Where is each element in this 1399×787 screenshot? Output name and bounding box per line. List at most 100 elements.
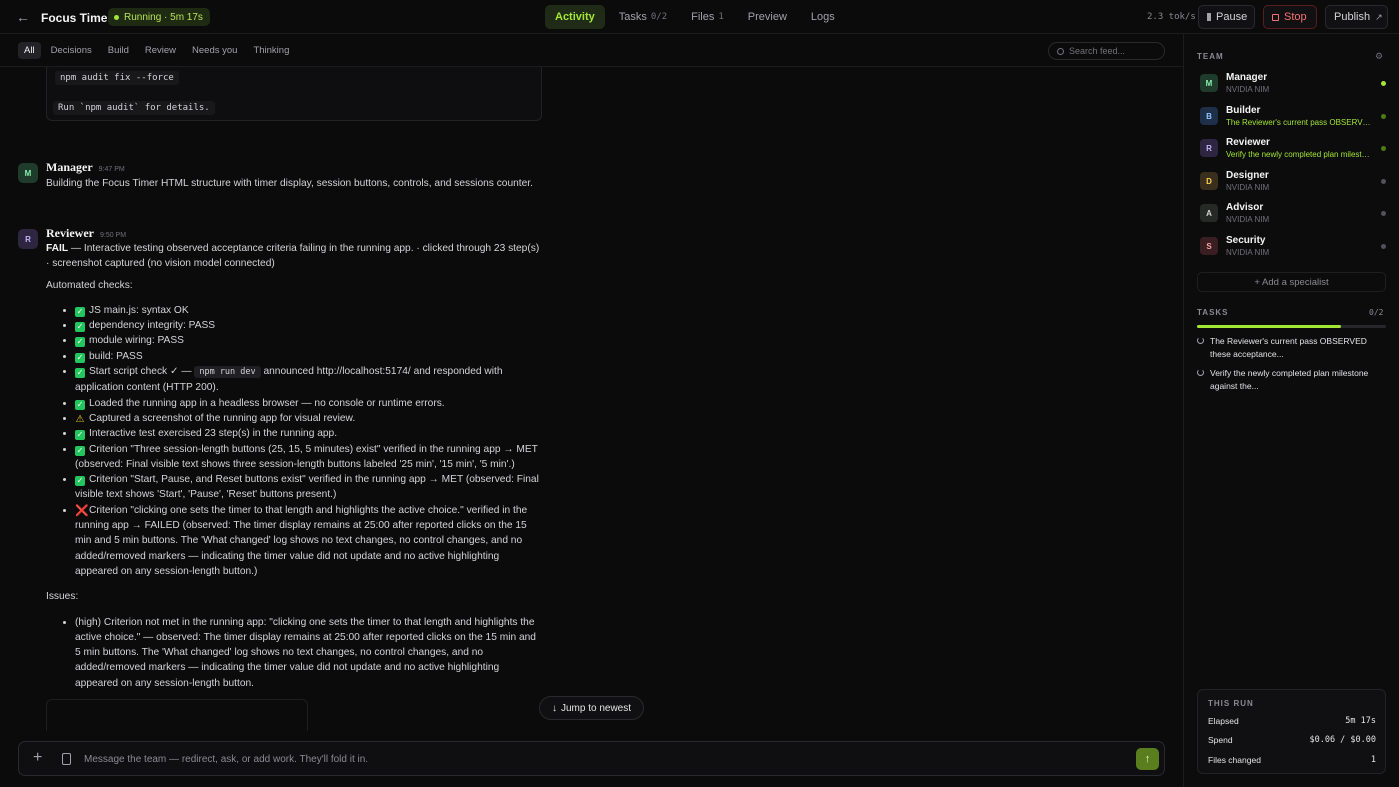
tab-logs[interactable]: Logs bbox=[801, 5, 845, 29]
filter-review[interactable]: Review bbox=[139, 42, 182, 59]
check-item: ✓ module wiring: PASS bbox=[75, 333, 543, 348]
check-item: ✓Criterion "Start, Pause, and Reset butt… bbox=[75, 472, 543, 503]
arrow-down-icon: ↓ bbox=[551, 702, 557, 714]
message-time: 9:50 PM bbox=[99, 232, 127, 239]
filter-all[interactable]: All bbox=[18, 42, 41, 59]
pause-label: Pause bbox=[1216, 11, 1248, 23]
issues-heading: Issues: bbox=[46, 591, 79, 603]
status-badge-text: Running · 5m 17s bbox=[124, 11, 203, 23]
tasks-progress-fill bbox=[1197, 325, 1341, 328]
previous-output-card: npm audit fix --force Run `npm audit` fo… bbox=[46, 67, 542, 121]
member-name: Security bbox=[1226, 235, 1266, 246]
tab-label: Preview bbox=[747, 11, 787, 23]
filter-thinking[interactable]: Thinking bbox=[247, 42, 295, 59]
check-item: ✓Criterion "Three session-length buttons… bbox=[75, 442, 543, 473]
publish-label: Publish bbox=[1334, 11, 1371, 23]
arrow-up-icon: ↑ bbox=[1144, 753, 1151, 765]
team-member-builder[interactable]: B Builder The Reviewer's current pass OBSE… bbox=[1198, 103, 1390, 133]
check-text: JS main.js: syntax OK bbox=[89, 304, 189, 316]
status-dot-icon bbox=[1381, 146, 1386, 151]
plus-icon[interactable]: + bbox=[33, 750, 42, 766]
member-status-text: NVIDIA NIM bbox=[1226, 85, 1270, 94]
avatar: M bbox=[18, 163, 38, 183]
tab-label: Tasks bbox=[618, 11, 647, 23]
right-sidebar: TEAM ⚙ M Manager NVIDIA NIM B Builder The Rev… bbox=[1183, 34, 1399, 787]
task-text: Verify the newly completed plan mileston… bbox=[1210, 368, 1369, 391]
publish-button[interactable]: Publish ↗ bbox=[1325, 5, 1388, 29]
add-specialist-button[interactable]: + Add a specialist bbox=[1197, 272, 1386, 292]
status-badge: Running · 5m 17s bbox=[108, 8, 210, 26]
warning-icon: ⚠ bbox=[75, 413, 85, 425]
status-dot-icon bbox=[114, 14, 119, 20]
run-label: Files changed bbox=[1208, 755, 1261, 765]
check-item: ✓ build: PASS bbox=[75, 349, 543, 364]
check-item: ✓ JS main.js: syntax OK bbox=[75, 303, 543, 318]
feed-filter-bar: All Decisions Build Review Needs you Thi… bbox=[0, 34, 1183, 67]
message-body: FAIL — Interactive testing observed acce… bbox=[46, 241, 543, 691]
tab-label: Logs bbox=[810, 11, 835, 23]
task-text: The Reviewer's current pass OBSERVED the… bbox=[1210, 336, 1367, 359]
run-label: Elapsed bbox=[1208, 716, 1239, 726]
tab-count: 1 bbox=[718, 12, 724, 22]
check-item: ✓ Loaded the running app in a headless br… bbox=[75, 396, 543, 411]
filter-build[interactable]: Build bbox=[102, 42, 135, 59]
gear-icon[interactable]: ⚙ bbox=[1375, 51, 1383, 62]
message-author: Reviewer bbox=[46, 226, 94, 240]
team-member-advisor[interactable]: A Advisor NVIDIA NIM bbox=[1198, 200, 1390, 230]
code-line: Run `npm audit` for details. bbox=[53, 101, 215, 115]
code-line: npm audit fix --force bbox=[55, 71, 179, 85]
tab-preview[interactable]: Preview bbox=[738, 5, 797, 29]
member-name: Advisor bbox=[1226, 202, 1264, 213]
check-text: build: PASS bbox=[89, 350, 143, 362]
stop-label: Stop bbox=[1284, 11, 1307, 23]
check-item: ✓ Interactive test exercised 23 step(s) i… bbox=[75, 426, 543, 441]
inline-code: npm run dev bbox=[194, 366, 261, 379]
member-status-text: Verify the newly completed plan mileston… bbox=[1226, 150, 1374, 159]
status-dot-icon bbox=[1381, 211, 1386, 216]
filter-decisions[interactable]: Decisions bbox=[45, 42, 98, 59]
jump-to-newest-button[interactable]: ↓ Jump to newest bbox=[539, 696, 644, 720]
arrow-left-icon[interactable]: ← bbox=[16, 10, 30, 24]
status-dot-icon bbox=[1381, 244, 1386, 249]
team-member-designer[interactable]: D Designer NVIDIA NIM bbox=[1198, 168, 1390, 198]
team-member-security[interactable]: S Security NVIDIA NIM bbox=[1198, 233, 1390, 263]
tab-files[interactable]: Files 1 bbox=[681, 5, 734, 29]
avatar: R bbox=[1200, 139, 1218, 157]
message-input[interactable] bbox=[84, 751, 1114, 767]
clipboard-icon[interactable] bbox=[62, 753, 71, 765]
team-member-reviewer[interactable]: R Reviewer Verify the newly completed plan… bbox=[1198, 135, 1390, 165]
tab-activity[interactable]: Activity bbox=[545, 5, 605, 29]
activity-feed[interactable]: npm audit fix --force Run `npm audit` fo… bbox=[0, 67, 1183, 731]
check-pass-icon: ✓ bbox=[75, 445, 85, 456]
member-name: Reviewer bbox=[1226, 137, 1270, 148]
message-time: 9:47 PM bbox=[98, 166, 125, 173]
task-item[interactable]: Verify the newly completed plan mileston… bbox=[1197, 367, 1382, 393]
filter-needs-you[interactable]: Needs you bbox=[186, 42, 243, 59]
spinner-icon bbox=[1197, 337, 1204, 344]
run-row-spend: Spend $0.06 / $0.00 bbox=[1208, 735, 1376, 745]
avatar: S bbox=[1200, 237, 1218, 255]
message-body: Building the Focus Timer HTML structure … bbox=[46, 178, 533, 189]
send-button[interactable]: ↑ bbox=[1136, 748, 1159, 770]
verdict-detail: — Interactive testing observed acceptanc… bbox=[46, 243, 540, 270]
check-pass-icon: ✓ bbox=[75, 337, 85, 348]
checks-heading: Automated checks: bbox=[46, 279, 133, 291]
task-item[interactable]: The Reviewer's current pass OBSERVED the… bbox=[1197, 335, 1382, 361]
search-input[interactable] bbox=[1069, 46, 1159, 56]
tab-tasks[interactable]: Tasks 0/2 bbox=[609, 5, 677, 29]
search-icon bbox=[1057, 47, 1064, 55]
app-title: Focus Timer bbox=[41, 11, 113, 25]
review-summary: FAIL — Interactive testing observed acce… bbox=[46, 241, 543, 272]
avatar: M bbox=[1200, 74, 1218, 92]
run-summary-card: THIS RUN Elapsed 5m 17s Spend $0.06 / $0.0… bbox=[1197, 689, 1386, 774]
check-pass-icon: ✓ bbox=[75, 352, 85, 363]
member-name: Manager bbox=[1226, 72, 1268, 83]
stop-button[interactable]: Stop bbox=[1263, 5, 1317, 29]
team-member-manager[interactable]: M Manager NVIDIA NIM bbox=[1198, 70, 1390, 100]
check-item: ✓Start script check ✓ — npm run dev anno… bbox=[75, 364, 543, 396]
jump-label: Jump to newest bbox=[560, 702, 632, 714]
run-row-files: Files changed 1 bbox=[1208, 755, 1376, 765]
pause-button[interactable]: Pause bbox=[1198, 5, 1255, 29]
status-dot-icon bbox=[1381, 81, 1386, 86]
message-header: Manager 9:47 PM bbox=[46, 160, 125, 175]
